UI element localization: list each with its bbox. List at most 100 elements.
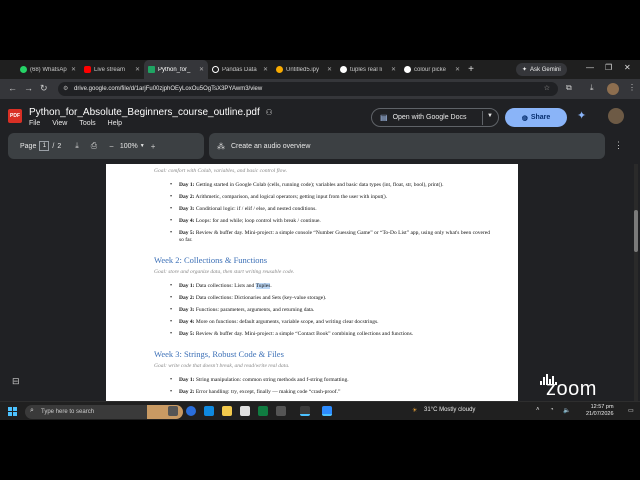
task-view-icon[interactable] (168, 406, 178, 416)
more-options-icon[interactable]: ⋮ (614, 140, 623, 151)
search-icon: ⌕ (30, 407, 34, 414)
browser-tab-whatsapp[interactable]: (68) WhatsAp ✕ (16, 60, 80, 79)
store-icon[interactable] (204, 406, 214, 416)
globe-icon: ◍ (521, 114, 528, 122)
browser-tab-live-stream[interactable]: Live stream ✕ (80, 60, 144, 79)
list-item: Day 5: Review & buffer day. Mini-project… (170, 331, 490, 338)
browser-tab-pandas[interactable]: Pandas Data ✕ (208, 60, 272, 79)
close-icon[interactable]: ✕ (199, 66, 204, 73)
site-info-icon[interactable]: ⚙ (63, 85, 68, 92)
browser-tab-pdf[interactable]: Python_for_ ✕ (144, 60, 208, 79)
close-icon[interactable]: ✕ (327, 66, 332, 73)
open-with-docs-button[interactable]: ▤ Open with Google Docs ▼ (371, 108, 499, 127)
viewer-menu: File View Tools Help (29, 120, 122, 127)
day-text: Error handling: try, except, finally — m… (195, 389, 341, 395)
excel-icon[interactable] (258, 406, 268, 416)
tab-label: (68) WhatsAp (30, 66, 67, 73)
list-item: Day 2: Data collections: Dictionaries an… (170, 295, 490, 302)
zoom-level[interactable]: 100% (120, 143, 138, 150)
browser-tab-tuples[interactable]: tuples real li ✕ (336, 60, 400, 79)
chevron-down-icon[interactable]: ▼ (487, 113, 493, 119)
audio-sparkle-icon: ⁂ (217, 141, 225, 151)
scrollbar-thumb[interactable] (634, 210, 638, 252)
profile-avatar[interactable] (607, 83, 619, 95)
bookmark-star-icon[interactable]: ☆ (544, 84, 550, 92)
network-icon[interactable]: ◔ (550, 407, 554, 413)
volume-icon[interactable]: 🔈 (563, 407, 570, 414)
weather-icon: ☀ (412, 408, 418, 414)
address-bar[interactable]: ⚙ drive.google.com/file/d/1arjFu00zjphOE… (58, 82, 558, 96)
week2-list: Day 1: Data collections: Lists and Tuple… (170, 283, 490, 338)
close-icon[interactable]: ✕ (135, 66, 140, 73)
day-label: Day 5: (179, 230, 195, 236)
chrome-icon[interactable] (300, 406, 310, 416)
tab-label: tuples real li (350, 66, 383, 73)
whatsapp-icon (20, 66, 27, 73)
chevron-down-icon[interactable]: ▼ (140, 143, 145, 149)
taskbar-clock[interactable]: 12:57 pm 21/07/2026 (586, 404, 614, 418)
taskbar-search[interactable]: ⌕ Type here to search (25, 405, 183, 419)
app-icon[interactable] (276, 406, 286, 416)
audio-overview-label: Create an audio overview (231, 142, 311, 150)
menu-help[interactable]: Help (108, 120, 122, 127)
list-item: Day 3: Functions: parameters, arguments,… (170, 307, 490, 314)
search-placeholder: Type here to search (41, 409, 95, 415)
close-icon[interactable]: ✕ (71, 66, 76, 73)
page-separator: / (52, 142, 55, 150)
new-tab-button[interactable]: + (464, 64, 478, 75)
zoom-in-icon[interactable]: + (151, 142, 156, 151)
day-text: Review & buffer day. Mini-project: a sim… (195, 331, 414, 337)
edge-icon[interactable] (186, 406, 196, 416)
list-item: Day 2: Error handling: try, except, fina… (170, 389, 490, 396)
close-icon[interactable]: ✕ (263, 66, 268, 73)
pdf-page-toolbar: Page 1 / 2 ⤓ ⎙ − 100% ▼ + (8, 133, 204, 159)
globe-icon (212, 66, 219, 73)
google-docs-icon: ▤ (380, 113, 388, 122)
minimize-icon[interactable]: — (586, 63, 594, 72)
browser-tab-colab[interactable]: Untitled5.ipy ✕ (272, 60, 336, 79)
tab-strip: (68) WhatsAp ✕ Live stream ✕ Python_for_… (0, 60, 640, 79)
browser-tab-colour-picker[interactable]: colour picke ✕ (400, 60, 464, 79)
reload-icon[interactable]: ↻ (40, 83, 48, 94)
app-icon[interactable] (240, 406, 250, 416)
close-icon[interactable]: ✕ (391, 66, 396, 73)
scrollbar-track[interactable] (634, 164, 638, 420)
audio-overview-bar[interactable]: ⁂ Create an audio overview (209, 133, 605, 159)
print-icon[interactable]: ⎙ (91, 141, 97, 151)
day-text: String manipulation: common string metho… (195, 377, 349, 383)
gemini-icon[interactable]: ✦ (577, 109, 586, 122)
download-icon[interactable]: ⤓ (590, 83, 594, 93)
forward-icon[interactable]: → (24, 83, 33, 93)
extensions-icon[interactable]: ⧉ (566, 83, 572, 93)
ask-gemini-button[interactable]: ✦ Ask Gemini (516, 63, 567, 76)
week1-list: Day 1: Getting started in Google Colab (… (170, 182, 490, 244)
zoom-out-icon[interactable]: − (109, 142, 114, 151)
zoom-app-icon[interactable] (322, 406, 332, 416)
day-text: Functions: parameters, arguments, and re… (195, 307, 315, 313)
back-icon[interactable]: ← (8, 83, 17, 93)
menu-tools[interactable]: Tools (79, 120, 95, 127)
day-label: Day 5: (179, 331, 195, 337)
week3-heading: Week 3: Strings, Robust Code & Files (154, 349, 284, 359)
maximize-icon[interactable]: ❐ (605, 63, 612, 72)
week2-heading: Week 2: Collections & Functions (154, 255, 268, 265)
document-title-text: Python_for_Absolute_Beginners_course_out… (29, 107, 260, 118)
close-icon[interactable]: ✕ (455, 66, 460, 73)
notifications-icon[interactable]: ▭ (628, 407, 634, 414)
window-close-icon[interactable]: ✕ (624, 63, 631, 72)
account-avatar[interactable] (608, 108, 624, 124)
show-hidden-icon[interactable]: ˄ (536, 407, 540, 413)
download-icon[interactable]: ⤓ (75, 141, 79, 151)
sidebar-toggle-icon[interactable]: ⊟ (12, 376, 20, 387)
clock-date: 21/07/2026 (586, 411, 614, 417)
windows-start-icon[interactable] (8, 407, 17, 416)
day-label: Day 4: (179, 319, 195, 325)
page-number-input[interactable]: 1 (39, 141, 50, 151)
menu-file[interactable]: File (29, 120, 40, 127)
day-label: Day 3: (179, 206, 195, 212)
menu-view[interactable]: View (52, 120, 67, 127)
weather-text[interactable]: 31°C Mostly cloudy (424, 407, 475, 413)
file-explorer-icon[interactable] (222, 406, 232, 416)
share-button[interactable]: ◍ Share (505, 108, 567, 127)
menu-icon[interactable]: ⋮ (628, 83, 636, 92)
